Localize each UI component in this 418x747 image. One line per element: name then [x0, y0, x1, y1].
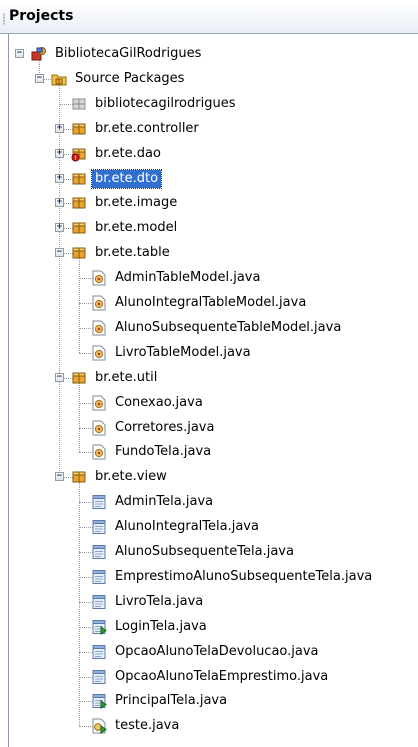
tree-node-label[interactable]: br.ete.view [92, 468, 170, 486]
tree-node[interactable]: teste.java [9, 714, 418, 738]
java-class-icon [91, 420, 107, 436]
tree-node-label[interactable]: bibliotecagilrodrigues [92, 95, 238, 113]
collapse-toggle-icon[interactable]: − [15, 49, 24, 58]
tree-node[interactable]: LoginTela.java [9, 615, 418, 639]
tree-node-label[interactable]: BibliotecaGilRodrigues [52, 45, 204, 63]
java-class-icon [91, 295, 107, 311]
tree-node[interactable]: AlunoIntegralTela.java [9, 515, 418, 539]
package-icon [71, 220, 87, 236]
source-packages-icon [51, 71, 67, 87]
java-class-icon [91, 270, 107, 286]
expand-toggle-icon[interactable]: + [55, 173, 64, 183]
tree-node[interactable]: OpcaoAlunoTelaEmprestimo.java [9, 665, 418, 689]
tree-node[interactable]: LivroTableModel.java [9, 341, 418, 365]
tree-node[interactable]: + br.ete.image [9, 191, 418, 215]
tree-node-label[interactable]: EmprestimoAlunoSubsequenteTela.java [112, 568, 375, 586]
drag-grip-icon[interactable] [3, 13, 5, 25]
tree-node-label[interactable]: LoginTela.java [112, 618, 210, 636]
svg-text:!: ! [74, 155, 76, 162]
java-form-icon [91, 594, 107, 610]
tree-node-label[interactable]: AdminTela.java [112, 493, 216, 511]
tree-node[interactable]: − br.ete.view [9, 465, 418, 489]
tree-node-label[interactable]: br.ete.dao [92, 145, 164, 163]
tree-node-label[interactable]: Corretores.java [112, 419, 217, 437]
tree-node[interactable]: + br.ete.model [9, 216, 418, 240]
tree-node-label[interactable]: AdminTableModel.java [112, 269, 263, 287]
tree-node[interactable]: AlunoIntegralTableModel.java [9, 291, 418, 315]
tree-node-label[interactable]: LivroTela.java [112, 593, 206, 611]
tree-node-label[interactable]: LivroTableModel.java [112, 344, 254, 362]
expand-toggle-icon[interactable]: + [55, 198, 64, 208]
expand-toggle-icon[interactable]: + [55, 148, 64, 158]
java-class-icon [91, 395, 107, 411]
tree-node[interactable]: AlunoSubsequenteTela.java [9, 540, 418, 564]
tree-node-label[interactable]: OpcaoAlunoTelaEmprestimo.java [112, 668, 331, 686]
java-form-icon [91, 544, 107, 560]
java-form-icon [91, 644, 107, 660]
tree-node-label[interactable]: OpcaoAlunoTelaDevolucao.java [112, 643, 322, 661]
tree-node-label[interactable]: Conexao.java [112, 394, 206, 412]
java-form-main-icon [91, 619, 107, 635]
tree-node-label[interactable]: AlunoIntegralTela.java [112, 518, 262, 536]
tree-node-label[interactable]: AlunoSubsequenteTableModel.java [112, 319, 344, 337]
tree-node-label[interactable]: FundoTela.java [112, 443, 214, 461]
tree-node-label[interactable]: PrincipalTela.java [112, 692, 230, 710]
package-icon [71, 121, 87, 137]
package-icon [71, 370, 87, 386]
package-icon [71, 195, 87, 211]
package-icon [71, 171, 87, 187]
tree-node-label[interactable]: br.ete.image [92, 194, 180, 212]
tree-node[interactable]: − br.ete.util [9, 366, 418, 390]
tree-node[interactable]: EmprestimoAlunoSubsequenteTela.java [9, 565, 418, 589]
java-class-icon [91, 444, 107, 460]
tree-node[interactable]: + br.ete.controller [9, 117, 418, 141]
tree-node[interactable]: AdminTableModel.java [9, 266, 418, 290]
tree-node-label[interactable]: br.ete.controller [92, 120, 202, 138]
tree-node[interactable]: +! br.ete.dao [9, 142, 418, 166]
package-icon [71, 245, 87, 261]
tree-node-label[interactable]: br.ete.util [92, 369, 160, 387]
java-form-icon [91, 519, 107, 535]
collapse-toggle-icon[interactable]: − [35, 73, 44, 83]
tree-node[interactable]: bibliotecagilrodrigues [9, 92, 418, 116]
tree-node[interactable]: FundoTela.java [9, 440, 418, 464]
java-form-icon [91, 494, 107, 510]
package-icon [71, 469, 87, 485]
tree-node[interactable]: Corretores.java [9, 416, 418, 440]
java-class-icon [91, 345, 107, 361]
java-class-icon [91, 320, 107, 336]
tree-node[interactable]: AdminTela.java [9, 490, 418, 514]
tree-node-label[interactable]: br.ete.model [92, 219, 180, 237]
collapse-toggle-icon[interactable]: − [55, 248, 64, 258]
tree-node[interactable]: LivroTela.java [9, 590, 418, 614]
collapse-toggle-icon[interactable]: − [55, 372, 64, 382]
tree-node[interactable]: PrincipalTela.java [9, 689, 418, 713]
java-form-main-icon [91, 693, 107, 710]
tree-node-label[interactable]: br.ete.dto [90, 168, 163, 189]
tree-node[interactable]: OpcaoAlunoTelaDevolucao.java [9, 640, 418, 664]
java-form-icon [91, 669, 107, 685]
java-form-icon [91, 569, 107, 585]
tree-node-label[interactable]: Source Packages [72, 70, 187, 88]
tree-node[interactable]: − br.ete.table [9, 241, 418, 265]
tree-node-label[interactable]: AlunoSubsequenteTela.java [112, 543, 297, 561]
collapse-toggle-icon[interactable]: − [55, 472, 64, 482]
expand-toggle-icon[interactable]: + [55, 123, 64, 133]
panel-title: Projects [9, 8, 74, 24]
project-tree[interactable]: − BibliotecaGilRodrigues − Source Packages b… [8, 34, 418, 747]
project-icon [31, 46, 47, 62]
projects-panel-header: Projects [0, 0, 418, 34]
tree-node[interactable]: − BibliotecaGilRodrigues [9, 42, 418, 66]
java-main-class-icon [91, 718, 107, 735]
tree-node[interactable]: − Source Packages [9, 67, 418, 91]
tree-node[interactable]: + br.ete.dto [9, 167, 418, 191]
tree-node-label[interactable]: br.ete.table [92, 244, 173, 262]
package-error-icon: ! [71, 146, 87, 162]
tree-node[interactable]: AlunoSubsequenteTableModel.java [9, 316, 418, 340]
expand-toggle-icon[interactable]: + [55, 223, 64, 233]
tree-node-label[interactable]: teste.java [112, 717, 182, 735]
tree-node-label[interactable]: AlunoIntegralTableModel.java [112, 294, 309, 312]
empty-package-icon [71, 96, 87, 112]
tree-node[interactable]: Conexao.java [9, 391, 418, 415]
